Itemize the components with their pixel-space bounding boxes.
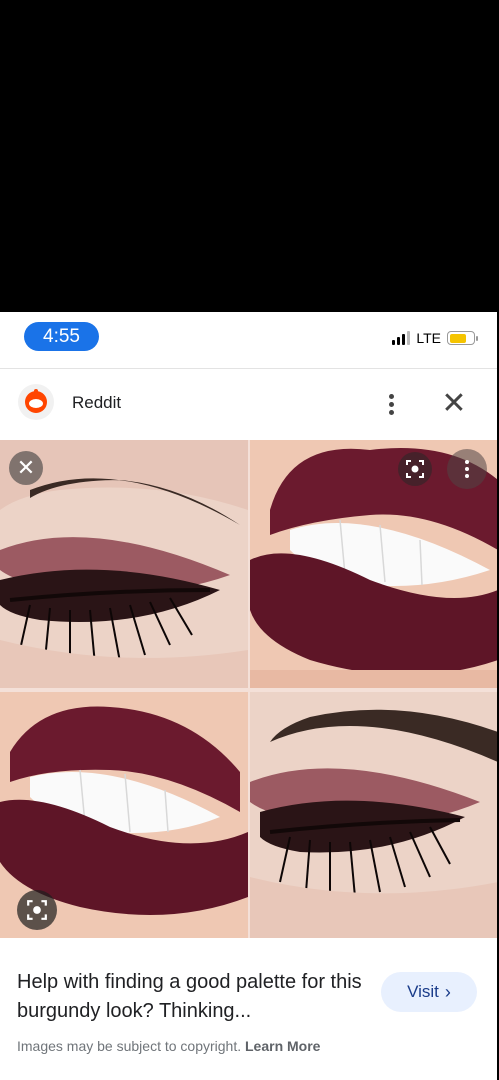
lens-icon[interactable] — [398, 452, 432, 486]
close-icon[interactable]: ✕ — [438, 389, 470, 421]
image-preview-sheet: 4:55 LTE Reddit ✕ ✕ Help with finding a … — [0, 312, 497, 1080]
close-image-icon[interactable]: ✕ — [9, 451, 43, 485]
top-black-area — [0, 0, 499, 312]
source-header: Reddit ✕ — [0, 369, 497, 439]
network-label: LTE — [416, 330, 441, 346]
copyright-notice: Images may be subject to copyright. Lear… — [17, 1038, 320, 1054]
status-time: 4:55 — [24, 322, 99, 351]
result-caption[interactable]: Help with finding a good palette for thi… — [17, 968, 367, 1026]
more-options-button[interactable] — [376, 389, 406, 419]
image-more-icon[interactable] — [447, 449, 487, 489]
visit-button[interactable]: Visit › — [381, 972, 477, 1012]
visit-label: Visit — [407, 982, 439, 1001]
status-indicators: LTE — [392, 330, 478, 346]
image-tile-eye-2 — [250, 692, 497, 938]
result-image[interactable]: ✕ — [0, 440, 497, 938]
reddit-logo-icon — [18, 384, 54, 420]
source-name[interactable]: Reddit — [72, 393, 121, 413]
status-bar: 4:55 LTE — [0, 312, 497, 368]
lens-search-icon[interactable] — [17, 890, 57, 930]
signal-icon — [392, 331, 411, 345]
chevron-right-icon: › — [444, 981, 451, 1002]
battery-icon — [447, 331, 478, 345]
copyright-text: Images may be subject to copyright. — [17, 1038, 242, 1054]
learn-more-link[interactable]: Learn More — [245, 1038, 320, 1054]
